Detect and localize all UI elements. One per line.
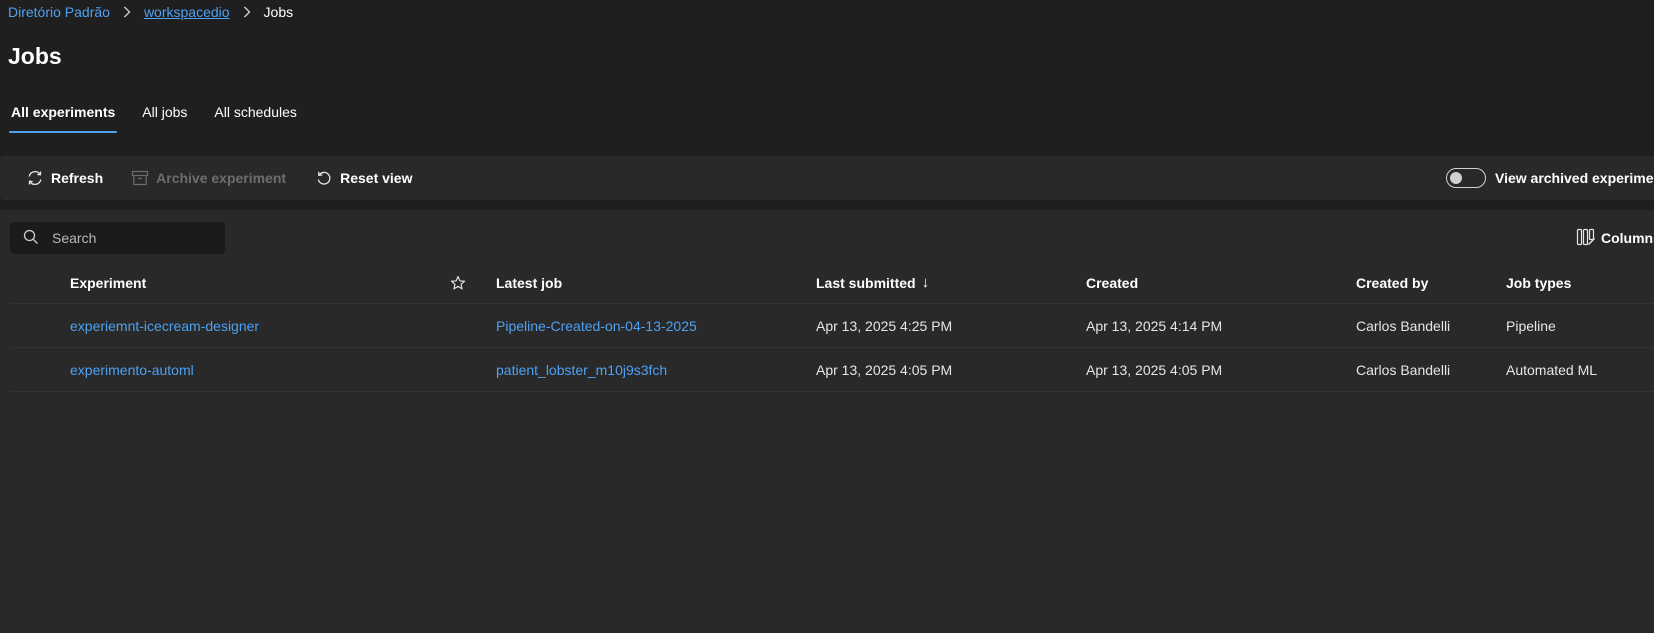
view-archived-toggle-group: View archived experiments xyxy=(1446,168,1654,188)
columns-label: Columns xyxy=(1601,230,1654,246)
star-icon[interactable] xyxy=(450,262,466,303)
job-types-cell: Pipeline xyxy=(1506,317,1556,334)
breadcrumb-item-current: Jobs xyxy=(263,4,294,20)
column-header-created[interactable]: Created xyxy=(1086,262,1138,303)
columns-icon xyxy=(1576,228,1596,248)
table-row[interactable]: experiemnt-icecream-designer Pipeline-Cr… xyxy=(9,304,1654,348)
table-header-row: Experiment Latest job Last submitted ↓ C… xyxy=(9,262,1654,304)
column-header-experiment[interactable]: Experiment xyxy=(70,262,146,303)
experiment-link[interactable]: experimento-automl xyxy=(70,348,194,391)
chevron-right-icon xyxy=(110,3,144,21)
last-submitted-cell: Apr 13, 2025 4:05 PM xyxy=(816,361,953,378)
column-header-last-submitted-label: Last submitted xyxy=(816,274,916,291)
last-submitted-cell: Apr 13, 2025 4:25 PM xyxy=(816,317,953,334)
reset-icon xyxy=(314,168,334,188)
experiment-link[interactable]: experiemnt-icecream-designer xyxy=(70,304,259,347)
columns-button[interactable]: Columns xyxy=(1576,228,1654,248)
breadcrumb-item-directory[interactable]: Diretório Padrão xyxy=(8,4,110,20)
latest-job-link[interactable]: patient_lobster_m10j9s3fch xyxy=(496,348,667,391)
sort-down-icon: ↓ xyxy=(921,274,930,291)
search-input[interactable] xyxy=(50,229,210,247)
tab-list: All experiments All jobs All schedules xyxy=(0,96,308,134)
created-by-cell: Carlos Bandelli xyxy=(1356,361,1451,378)
reset-view-label: Reset view xyxy=(340,170,413,186)
command-bar: Refresh Archive experiment Reset view Vi… xyxy=(0,156,1654,200)
view-archived-label: View archived experiments xyxy=(1495,170,1654,186)
experiments-table: Experiment Latest job Last submitted ↓ C… xyxy=(9,262,1654,392)
table-row[interactable]: experimento-automl patient_lobster_m10j9… xyxy=(9,348,1654,392)
refresh-icon xyxy=(25,168,45,188)
created-cell: Apr 13, 2025 4:14 PM xyxy=(1086,317,1223,334)
breadcrumb: Diretório Padrão workspacedio Jobs xyxy=(8,3,293,21)
search-box xyxy=(10,222,225,254)
tab-all-experiments[interactable]: All experiments xyxy=(0,96,126,134)
breadcrumb-item-workspace[interactable]: workspacedio xyxy=(144,4,230,20)
column-header-last-submitted[interactable]: Last submitted ↓ xyxy=(816,262,929,303)
created-by-cell: Carlos Bandelli xyxy=(1356,317,1451,334)
tab-all-jobs[interactable]: All jobs xyxy=(131,96,198,134)
refresh-label: Refresh xyxy=(51,170,104,186)
job-types-cell: Automated ML xyxy=(1506,361,1598,378)
column-header-job-types[interactable]: Job types xyxy=(1506,262,1571,303)
refresh-button[interactable]: Refresh xyxy=(25,162,103,194)
archive-experiment-label: Archive experiment xyxy=(156,170,287,186)
latest-job-link[interactable]: Pipeline-Created-on-04-13-2025 xyxy=(496,304,697,347)
page-title: Jobs xyxy=(8,43,62,69)
chevron-right-icon xyxy=(230,3,264,21)
column-header-latest-job[interactable]: Latest job xyxy=(496,262,562,303)
reset-view-button[interactable]: Reset view xyxy=(314,162,412,194)
view-archived-toggle[interactable] xyxy=(1446,168,1486,188)
column-header-created-by[interactable]: Created by xyxy=(1356,262,1428,303)
created-cell: Apr 13, 2025 4:05 PM xyxy=(1086,361,1223,378)
experiments-panel: Columns Experiment Latest job Last submi… xyxy=(0,210,1654,633)
search-icon xyxy=(23,229,41,247)
tab-all-schedules[interactable]: All schedules xyxy=(203,96,308,134)
archive-icon xyxy=(130,168,150,188)
archive-experiment-button[interactable]: Archive experiment xyxy=(130,162,286,194)
toggle-knob xyxy=(1450,172,1462,184)
